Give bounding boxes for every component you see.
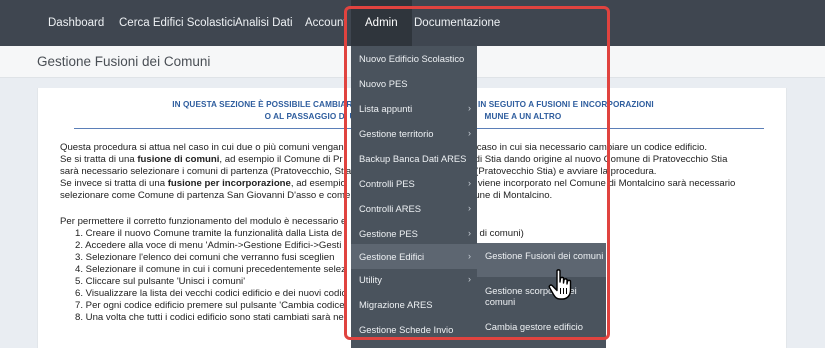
paragraph-2-bold: fusione di comuni <box>137 154 220 165</box>
paragraph-2-a: Se si tratta di una <box>60 154 138 165</box>
paragraph-3-a: sarà necessario selezionare i comuni di … <box>60 166 352 177</box>
nav-account[interactable]: Account <box>305 0 347 46</box>
step-3: 3. Selezionare l'elenco dei comuni che v… <box>75 252 335 263</box>
step-4: 4. Selezionare il comune in cui i comuni… <box>75 264 346 275</box>
paragraph-4-a: Se invece si tratta di una <box>60 178 168 189</box>
nav-cerca-edifici[interactable]: Cerca Edifici Scolastici <box>119 0 235 46</box>
paragraph-4-bold: fusione per incorporazione <box>167 178 291 189</box>
paragraph-1-a: Questa procedura si attua nel caso in cu… <box>60 142 344 153</box>
page-title: Gestione Fusioni dei Comuni <box>37 54 211 69</box>
nav-dashboard[interactable]: Dashboard <box>48 0 104 46</box>
step-2: 2. Accedere alla voce di menu 'Admin->Ge… <box>75 240 342 251</box>
nav-analisi-dati[interactable]: Analisi Dati <box>235 0 293 46</box>
lista-link[interactable]: Lista de <box>309 228 343 239</box>
paragraph-2-b: , ad esempio il Comune di Pr <box>219 154 343 165</box>
intro-line-1-a: IN QUESTA SEZIONE È POSSIBILE CAMBIARE <box>172 100 358 109</box>
paragraph-4-b: , ad esempio <box>290 178 346 189</box>
step-8: 8. Una volta che tutti i codici edificio… <box>75 312 344 323</box>
paragraph-5-a: selezionare come Comune di partenza San … <box>60 190 351 201</box>
step-7: 7. Per ogni codice edificio premere sul … <box>75 300 345 311</box>
step-5: 5. Cliccare sul pulsante 'Unisci i comun… <box>75 276 246 287</box>
step-6-a: 6. Visualizzare la lista dei vecchi codi… <box>75 288 347 299</box>
paragraph-6: Per permettere il corretto funzionamento… <box>60 216 347 227</box>
hand-pointer-icon <box>548 269 572 300</box>
step-1-a: 1. Creare il nuovo Comune tramite la fun… <box>75 228 309 239</box>
